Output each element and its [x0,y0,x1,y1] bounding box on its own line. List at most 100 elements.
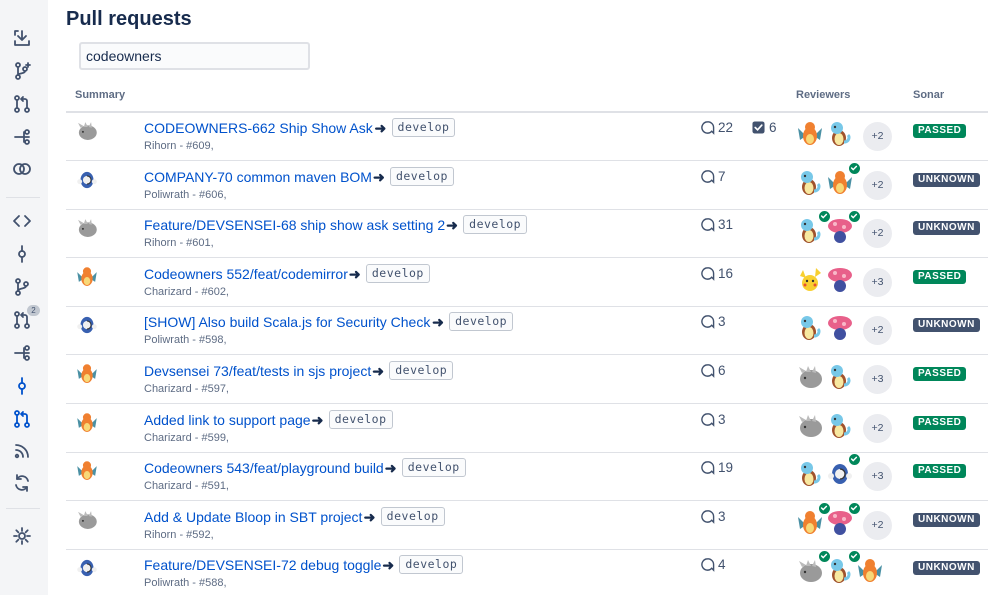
table-row[interactable]: Feature/DEVSENSEI-72 debug toggle ➜ develo… [66,550,988,595]
comment-icon [700,266,715,281]
table-row[interactable]: COMPANY-70 common maven BOM ➜ develop Poliw… [66,161,988,210]
sidebar-gear-icon[interactable] [11,525,33,547]
pull-request-meta: Charizard - #599, [144,431,229,444]
target-branch-label: develop [463,215,528,235]
column-summary: Summary [75,89,126,101]
table-row[interactable]: [SHOW] Also build Scala.js for Security … [66,307,988,356]
reviewer-avatar[interactable] [794,118,826,150]
table-row[interactable]: Add & Update Bloop in SBT project ➜ develo… [66,501,988,550]
reviewer-avatar[interactable] [824,264,856,296]
reviewer-avatar[interactable] [794,410,826,442]
task-checkbox-icon [752,121,765,134]
sidebar-branch-icon[interactable] [11,276,33,298]
arrow-right-icon: ➜ [374,120,387,136]
column-reviewers: Reviewers [796,89,851,101]
comment-count-value: 19 [718,460,734,476]
target-branch-label: develop [365,263,430,283]
pull-request-title-link[interactable]: Added link to support page [144,412,311,428]
pull-request-title-link[interactable]: Feature/DEVSENSEI-68 ship show ask setti… [144,217,445,233]
pull-request-meta: Rihorn - #592, [144,528,214,541]
sidebar-branch-plus-icon[interactable] [11,60,33,82]
more-reviewers-button[interactable]: +3 [863,462,892,492]
reviewer-avatar[interactable] [824,361,856,393]
approved-check-icon [848,501,861,515]
author-avatar [74,507,100,533]
search-input[interactable] [79,42,310,70]
arrow-right-icon: ➜ [372,363,384,379]
reviewer-avatar[interactable] [794,458,826,490]
comment-count: 31 [700,217,733,232]
sidebar-pipeline-icon[interactable] [11,126,33,148]
pull-request-meta: Poliwrath - #606, [144,188,227,201]
comment-count: 7 [700,169,726,184]
sidebar-compare-icon[interactable] [11,158,33,180]
pull-request-title-link[interactable]: Devsensei 73/feat/tests in sjs project [144,363,371,379]
pull-request-meta: Charizard - #591, [144,480,229,493]
sidebar-commit-icon[interactable] [11,375,33,397]
pull-request-title-link[interactable]: Add & Update Bloop in SBT project [144,509,362,525]
reviewer-avatar[interactable] [824,410,856,442]
pull-request-title-link[interactable]: Feature/DEVSENSEI-72 debug toggle [144,557,381,573]
arrow-right-icon: ➜ [363,508,376,525]
target-branch-label: develop [399,555,464,575]
pull-request-title-link[interactable]: COMPANY-70 common maven BOM [144,169,372,185]
comment-count: 3 [700,509,726,524]
more-reviewers-button[interactable]: +3 [863,365,892,394]
sonar-status-badge: UNKNOWN [913,221,980,236]
more-reviewers-button[interactable]: +3 [863,267,892,297]
approved-check-icon [848,161,861,175]
table-row[interactable]: Added link to support page ➜ develop Chariz… [66,405,988,453]
comment-icon [700,363,715,378]
target-branch-label: develop [389,361,454,380]
comment-count-value: 3 [718,411,726,427]
reviewer-avatar[interactable] [824,312,856,344]
more-reviewers-button[interactable]: +2 [863,170,892,200]
author-avatar [74,555,100,581]
more-reviewers-button[interactable]: +2 [863,122,892,151]
table-row[interactable]: Feature/DEVSENSEI-68 ship show ask setti… [66,210,988,259]
reviewer-avatar[interactable] [794,264,826,296]
comment-icon [700,412,715,427]
pull-request-meta: Rihorn - #609, [144,140,214,152]
table-row[interactable]: CODEOWNERS-662 Ship Show Ask ➜ develop Riho… [66,113,988,161]
sidebar-download-icon[interactable] [11,27,33,49]
table-row[interactable]: Codeowners 552/feat/codemirror ➜ develop Ch… [66,259,988,307]
target-branch-label: develop [380,506,445,526]
comment-icon [700,217,715,233]
sidebar-pull-request-icon[interactable] [11,408,33,430]
pull-request-meta: Poliwrath - #588, [144,577,227,590]
comment-count-value: 6 [718,363,726,378]
more-reviewers-button[interactable]: +2 [863,413,892,443]
reviewer-avatar[interactable] [794,312,826,344]
pull-request-meta: Charizard - #597, [144,383,229,395]
more-reviewers-button[interactable]: +2 [863,510,892,540]
more-reviewers-button[interactable]: +2 [863,219,892,249]
comment-count-value: 31 [718,217,734,233]
reviewer-avatar[interactable] [794,167,826,199]
sidebar-code-icon[interactable] [11,210,33,232]
pull-request-title-link[interactable]: Codeowners 552/feat/codemirror [144,266,348,282]
sidebar: 2 [0,0,48,595]
sonar-status-badge: PASSED [913,415,967,430]
sidebar-rss-icon[interactable] [11,440,33,462]
sidebar-commit-icon[interactable] [11,243,33,265]
more-reviewers-button[interactable]: +2 [863,316,892,346]
author-avatar [74,312,100,338]
author-avatar [74,410,100,436]
pull-request-title-link[interactable]: [SHOW] Also build Scala.js for Security … [144,314,430,330]
author-avatar [74,118,100,144]
sonar-status-badge: PASSED [913,124,967,138]
table-row[interactable]: Codeowners 543/feat/playground build ➜ dev… [66,453,988,502]
table-row[interactable]: Devsensei 73/feat/tests in sjs project ➜ d… [66,356,988,404]
sidebar-sync-icon[interactable] [11,472,33,494]
reviewer-avatar[interactable] [854,555,886,587]
pull-request-meta: Rihorn - #601, [144,237,214,250]
pull-request-title-link[interactable]: CODEOWNERS-662 Ship Show Ask [144,120,373,136]
sidebar-pipeline-icon[interactable] [11,342,33,364]
reviewer-avatar[interactable] [794,361,826,393]
reviewer-avatar[interactable] [824,118,856,150]
page-title: Pull requests [66,8,192,30]
sonar-status-badge: PASSED [913,269,967,284]
sidebar-pull-request-icon[interactable] [11,93,33,115]
pull-request-title-link[interactable]: Codeowners 543/feat/playground build [144,460,384,476]
